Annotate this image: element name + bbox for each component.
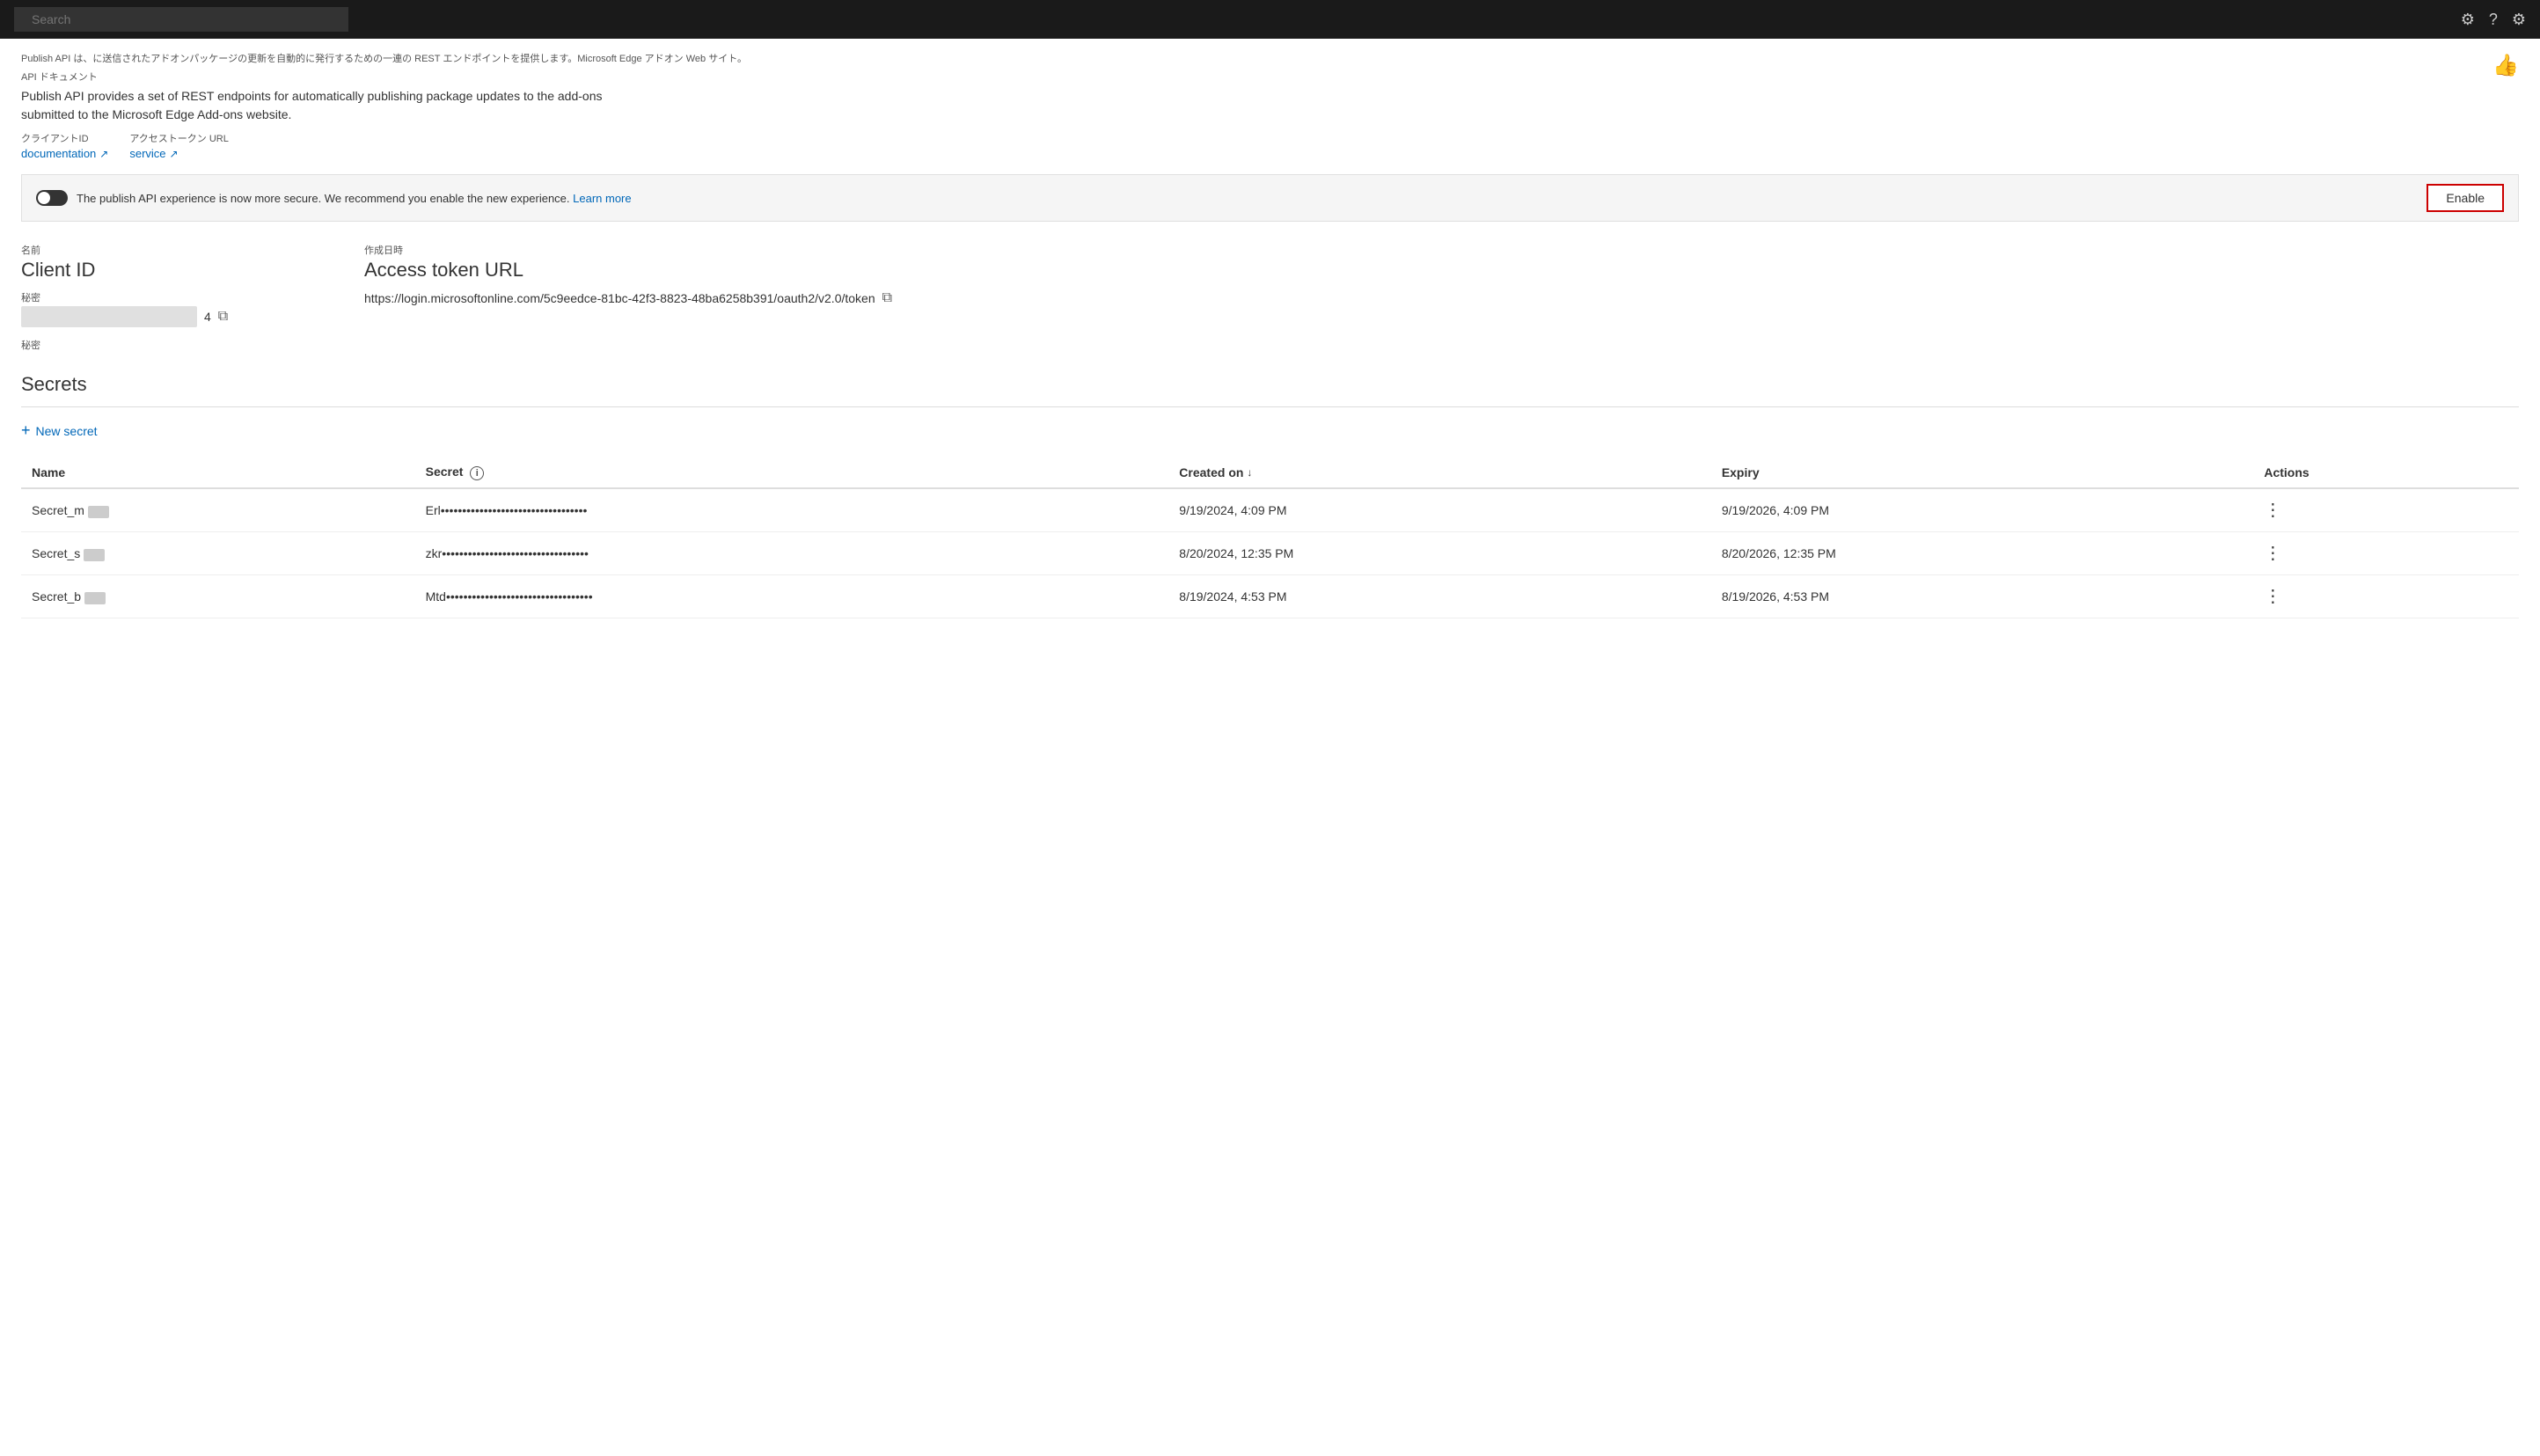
notif-left: The publish API experience is now more s… (36, 190, 632, 206)
top-bar: ⚙ ? ⚙ (0, 0, 2540, 39)
learn-more-link[interactable]: Learn more (573, 192, 631, 205)
row2-name: Secret_s (21, 532, 415, 575)
ext-link-icon: ↗ (99, 148, 108, 160)
access-token-row: https://login.microsoftonline.com/5c9eed… (364, 290, 2519, 306)
link1-label: クライアントID (21, 131, 108, 145)
row1-name-badge (88, 506, 109, 518)
client-id-masked (21, 306, 197, 327)
col-created-on-text: Created on (1179, 465, 1243, 479)
search-area[interactable] (14, 7, 348, 32)
secret-col-label: 秘密 (21, 290, 329, 304)
row1-created-on: 9/19/2024, 4:09 PM (1168, 488, 1711, 532)
row3-name: Secret_b (21, 575, 415, 618)
link2-label: アクセストークン URL (129, 131, 229, 145)
row1-name: Secret_m (21, 488, 415, 532)
secrets-table: Name Secret i Created on ↓ Expiry Action… (21, 457, 2519, 618)
header-row: Name Secret i Created on ↓ Expiry Action… (21, 457, 2519, 488)
new-secret-label: New secret (36, 424, 98, 438)
main-content: Publish API は、に送信されたアドオンパッケージの更新を自動的に発行す… (0, 39, 2540, 633)
row3-created-on: 8/19/2024, 4:53 PM (1168, 575, 1711, 618)
settings-icon[interactable]: ⚙ (2461, 11, 2475, 29)
row3-more-icon[interactable]: ⋮ (2264, 587, 2281, 606)
col-created-on[interactable]: Created on ↓ (1168, 457, 1711, 488)
copy-url-icon[interactable]: ⧉ (882, 290, 892, 306)
secrets-title: Secrets (21, 373, 2519, 396)
row2-created-on: 8/20/2024, 12:35 PM (1168, 532, 1711, 575)
documentation-link[interactable]: documentation ↗ (21, 147, 108, 160)
secret-sub-label: 秘密 (21, 338, 329, 352)
search-input[interactable] (14, 7, 348, 32)
table-row: Secret_m Erl••••••••••••••••••••••••••••… (21, 488, 2519, 532)
table-row: Secret_s zkr••••••••••••••••••••••••••••… (21, 532, 2519, 575)
documentation-link-text: documentation (21, 147, 96, 160)
row2-secret: zkr•••••••••••••••••••••••••••••••••• (415, 532, 1169, 575)
table-row: Secret_b Mtd••••••••••••••••••••••••••••… (21, 575, 2519, 618)
row2-name-text: Secret_s (32, 546, 80, 560)
help-icon[interactable]: ? (2489, 11, 2498, 29)
notification-bar: The publish API experience is now more s… (21, 174, 2519, 222)
credentials-section: 名前 Client ID 秘密 4 ⧉ 秘密 作成日時 Access token… (21, 243, 2519, 352)
enable-button[interactable]: Enable (2427, 184, 2504, 212)
row2-name-badge (84, 549, 105, 561)
client-id-suffix: 4 (204, 310, 211, 324)
row1-actions[interactable]: ⋮ (2253, 488, 2519, 532)
access-token-title: Access token URL (364, 259, 2519, 282)
service-link[interactable]: service ↗ (129, 147, 229, 160)
row1-more-icon[interactable]: ⋮ (2264, 501, 2281, 520)
link1-area: クライアントID documentation ↗ (21, 131, 108, 160)
new-secret-button[interactable]: + New secret (21, 421, 98, 440)
name-label: 名前 (21, 243, 329, 257)
links-row: クライアントID documentation ↗ アクセストークン URL se… (21, 131, 2519, 160)
col-actions: Actions (2253, 457, 2519, 488)
top-icons: ⚙ ? ⚙ (2461, 11, 2526, 29)
secret-info-icon[interactable]: i (470, 466, 484, 480)
toggle-switch[interactable] (36, 190, 68, 206)
client-id-title: Client ID (21, 259, 329, 282)
service-link-text: service (129, 147, 165, 160)
row3-expiry: 8/19/2026, 4:53 PM (1711, 575, 2254, 618)
api-doc-label: API ドキュメント (21, 70, 2519, 84)
link2-area: アクセストークン URL service ↗ (129, 131, 229, 160)
row3-secret: Mtd•••••••••••••••••••••••••••••••••• (415, 575, 1169, 618)
notif-text: The publish API experience is now more s… (77, 192, 632, 205)
row1-secret: Erl•••••••••••••••••••••••••••••••••• (415, 488, 1169, 532)
secrets-table-body: Secret_m Erl••••••••••••••••••••••••••••… (21, 488, 2519, 618)
row1-expiry: 9/19/2026, 4:09 PM (1711, 488, 2254, 532)
row2-more-icon[interactable]: ⋮ (2264, 544, 2281, 563)
row2-actions[interactable]: ⋮ (2253, 532, 2519, 575)
row3-name-text: Secret_b (32, 589, 81, 604)
secrets-section: Secrets + New secret Name Secret i Creat… (21, 373, 2519, 618)
col-name: Name (21, 457, 415, 488)
access-token-column: 作成日時 Access token URL https://login.micr… (364, 243, 2519, 352)
ext-link-icon2: ↗ (170, 148, 179, 160)
row3-actions[interactable]: ⋮ (2253, 575, 2519, 618)
like-icon[interactable]: 👍 (2492, 53, 2519, 78)
secrets-divider (21, 406, 2519, 407)
client-id-row: 4 ⧉ (21, 306, 329, 327)
notif-main-text: The publish API experience is now more s… (77, 192, 570, 205)
small-description-ja: Publish API は、に送信されたアドオンパッケージの更新を自動的に発行す… (21, 53, 2519, 66)
access-token-url: https://login.microsoftonline.com/5c9eed… (364, 291, 875, 305)
copy-client-id-icon[interactable]: ⧉ (218, 309, 228, 325)
row2-expiry: 8/20/2026, 12:35 PM (1711, 532, 2254, 575)
col-secret: Secret i (415, 457, 1169, 488)
created-label: 作成日時 (364, 243, 2519, 257)
col-expiry: Expiry (1711, 457, 2254, 488)
credentials-columns: 名前 Client ID 秘密 4 ⧉ 秘密 作成日時 Access token… (21, 243, 2519, 352)
row1-name-text: Secret_m (32, 503, 84, 517)
gear-icon[interactable]: ⚙ (2512, 11, 2526, 29)
client-id-column: 名前 Client ID 秘密 4 ⧉ 秘密 (21, 243, 329, 352)
big-description-en: Publish API provides a set of REST endpo… (21, 87, 637, 124)
plus-icon: + (21, 421, 31, 440)
row3-name-badge (84, 592, 106, 604)
secrets-table-header: Name Secret i Created on ↓ Expiry Action… (21, 457, 2519, 488)
col-secret-text: Secret (426, 465, 464, 479)
sort-arrow-icon: ↓ (1247, 466, 1252, 479)
